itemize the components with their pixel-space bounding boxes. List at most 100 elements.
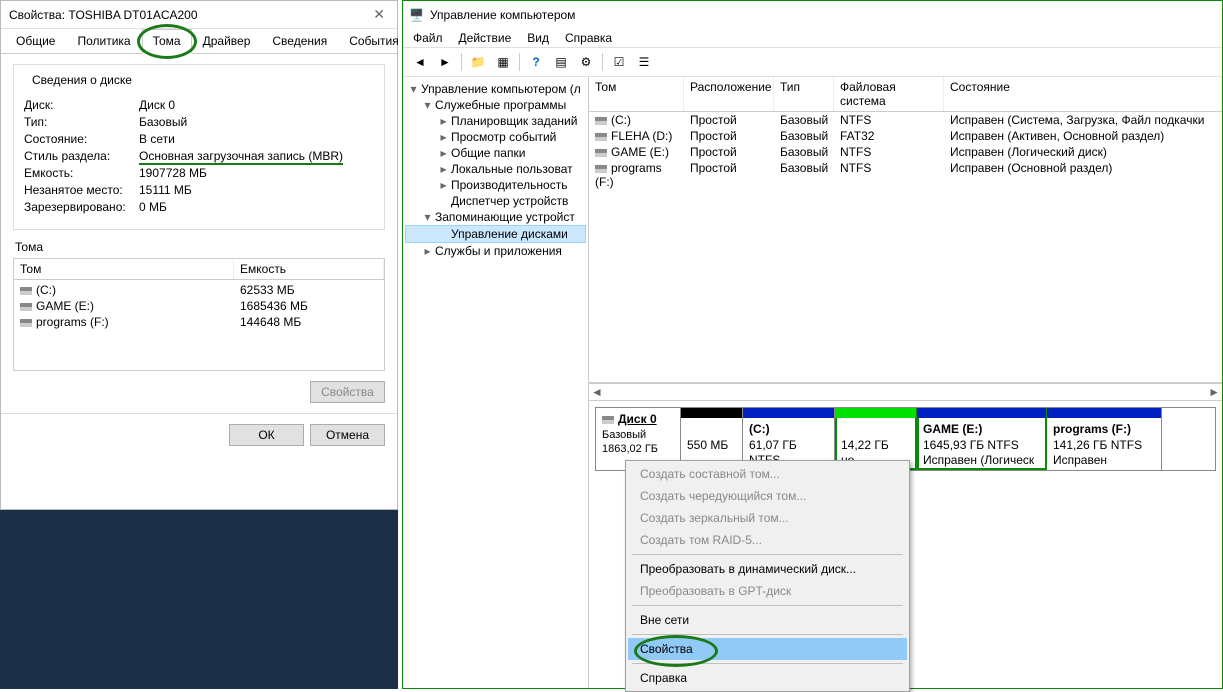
forward-icon[interactable]: ► (434, 51, 456, 73)
context-item: Создать том RAID-5... (628, 529, 907, 551)
disk-info-group: Сведения о диске Диск:Диск 0Тип:БазовыйС… (13, 64, 385, 230)
context-menu: Создать составной том...Создать чередующ… (625, 460, 910, 692)
col-name[interactable]: Том (14, 259, 234, 279)
volume-list-row[interactable]: FLEHA (D:)ПростойБазовыйFAT32Исправен (А… (589, 128, 1222, 144)
tab-Драйвер[interactable]: Драйвер (192, 29, 262, 53)
info-row: Состояние:В сети (24, 132, 374, 146)
expand-icon[interactable]: ▾ (423, 210, 432, 224)
up-icon[interactable]: 📁 (467, 51, 489, 73)
properties-button[interactable]: Свойства (310, 381, 385, 403)
partition-info: programs (F:)141,26 ГБ NTFSИсправен (Осн… (1053, 412, 1155, 470)
tree-label: Производительность (451, 178, 567, 192)
context-item: Создать чередующийся том... (628, 485, 907, 507)
expand-icon[interactable]: ▸ (439, 178, 448, 192)
menu-separator (632, 663, 903, 664)
volumes-table: Том Емкость (C:)62533 МБGAME (E:)1685436… (13, 258, 385, 371)
expand-icon[interactable]: ▸ (439, 114, 448, 128)
volume-list-row[interactable]: (C:)ПростойБазовыйNTFSИсправен (Система,… (589, 112, 1222, 128)
context-item[interactable]: Свойства (628, 638, 907, 660)
info-label: Стиль раздела: (24, 149, 139, 163)
menu-Вид[interactable]: Вид (527, 31, 549, 45)
tree-item[interactable]: ▾Управление компьютером (л (405, 81, 586, 97)
volume-row[interactable]: programs (F:)144648 МБ (14, 314, 384, 330)
info-row: Стиль раздела:Основная загрузочная запис… (24, 149, 374, 163)
menu-Действие[interactable]: Действие (459, 31, 512, 45)
menu-separator (632, 634, 903, 635)
expand-icon[interactable]: ▸ (439, 146, 448, 160)
partition-color-bar (1047, 408, 1161, 418)
context-item[interactable]: Справка (628, 667, 907, 689)
mgmt-title-text: Управление компьютером (430, 8, 575, 22)
partition[interactable]: GAME (E:)1645,93 ГБ NTFSИсправен (Логиче… (917, 408, 1047, 470)
tree-item[interactable]: ▾Запоминающие устройст (405, 209, 586, 225)
nav-tree: ▾Управление компьютером (л▾Служебные про… (403, 77, 589, 688)
cancel-button[interactable]: Отмена (310, 424, 385, 446)
partition-info: GAME (E:)1645,93 ГБ NTFSИсправен (Логиче… (923, 412, 1040, 469)
close-icon[interactable]: ✕ (369, 6, 389, 23)
expand-icon[interactable]: ▸ (423, 244, 432, 258)
hdr-status[interactable]: Состояние (944, 77, 1222, 111)
refresh-icon[interactable]: ☑ (608, 51, 630, 73)
mgmt-titlebar: 🖥️ Управление компьютером (403, 1, 1222, 29)
info-row: Тип:Базовый (24, 115, 374, 129)
view-icon[interactable]: ▤ (550, 51, 572, 73)
hdr-layout[interactable]: Расположение (684, 77, 774, 111)
menu-separator (632, 554, 903, 555)
context-item[interactable]: Вне сети (628, 609, 907, 631)
tree-label: Управление компьютером (л (421, 82, 581, 96)
back-icon[interactable]: ◄ (409, 51, 431, 73)
volume-list-row[interactable]: GAME (E:)ПростойБазовыйNTFSИсправен (Лог… (589, 144, 1222, 160)
expand-icon[interactable]: ▾ (409, 82, 418, 96)
info-label: Емкость: (24, 166, 139, 180)
panes-icon[interactable]: ▦ (492, 51, 514, 73)
expand-icon[interactable]: ▾ (423, 98, 432, 112)
tree-label: Диспетчер устройств (451, 194, 568, 208)
settings-icon[interactable]: ⚙ (575, 51, 597, 73)
tree-item[interactable]: ▸Общие папки (405, 145, 586, 161)
expand-icon[interactable]: ▸ (439, 162, 448, 176)
info-value: Основная загрузочная запись (MBR) (139, 149, 343, 163)
tree-item[interactable]: ▸Службы и приложения (405, 243, 586, 259)
tab-Общие[interactable]: Общие (5, 29, 66, 53)
volume-list-row[interactable]: programs (F:)ПростойБазовыйNTFSИсправен … (589, 160, 1222, 190)
tab-Тома[interactable]: Тома (142, 29, 192, 54)
hdr-fs[interactable]: Файловая система (834, 77, 944, 111)
partition-color-bar (743, 408, 834, 418)
hdr-type[interactable]: Тип (774, 77, 834, 111)
info-label: Диск: (24, 98, 139, 112)
menu-bar: Файл Действие Вид Справка (403, 29, 1222, 47)
context-item: Создать составной том... (628, 463, 907, 485)
tree-item[interactable]: Диспетчер устройств (405, 193, 586, 209)
volume-row[interactable]: (C:)62533 МБ (14, 282, 384, 298)
tree-label: Локальные пользоват (451, 162, 573, 176)
tree-item[interactable]: ▸Производительность (405, 177, 586, 193)
tree-item[interactable]: ▸Локальные пользоват (405, 161, 586, 177)
tree-item[interactable]: Управление дисками (405, 225, 586, 243)
tree-item[interactable]: ▾Служебные программы (405, 97, 586, 113)
help-icon[interactable]: ? (525, 51, 547, 73)
volume-row[interactable]: GAME (E:)1685436 МБ (14, 298, 384, 314)
context-item: Преобразовать в GPT-диск (628, 580, 907, 602)
partition[interactable]: programs (F:)141,26 ГБ NTFSИсправен (Осн… (1047, 408, 1162, 470)
tree-label: Общие папки (451, 146, 525, 160)
tree-item[interactable]: ▸Планировщик заданий (405, 113, 586, 129)
context-item: Создать зеркальный том... (628, 507, 907, 529)
tab-Политика[interactable]: Политика (66, 29, 141, 53)
tree-item[interactable]: ▸Просмотр событий (405, 129, 586, 145)
menu-Справка[interactable]: Справка (565, 31, 612, 45)
menu-Файл[interactable]: Файл (413, 31, 443, 45)
expand-icon[interactable]: ▸ (439, 130, 448, 144)
context-item[interactable]: Преобразовать в динамический диск... (628, 558, 907, 580)
partition-color-bar (835, 408, 916, 418)
list-icon[interactable]: ☰ (633, 51, 655, 73)
info-row: Емкость:1907728 МБ (24, 166, 374, 180)
ok-button[interactable]: ОК (229, 424, 304, 446)
partition-color-bar (917, 408, 1046, 418)
tree-label: Службы и приложения (435, 244, 562, 258)
col-capacity[interactable]: Емкость (234, 259, 384, 279)
h-scrollbar[interactable]: ◄► (589, 383, 1222, 401)
tab-События[interactable]: События (338, 29, 410, 53)
info-value: Диск 0 (139, 98, 175, 112)
tab-Сведения[interactable]: Сведения (261, 29, 338, 53)
hdr-name[interactable]: Том (589, 77, 684, 111)
